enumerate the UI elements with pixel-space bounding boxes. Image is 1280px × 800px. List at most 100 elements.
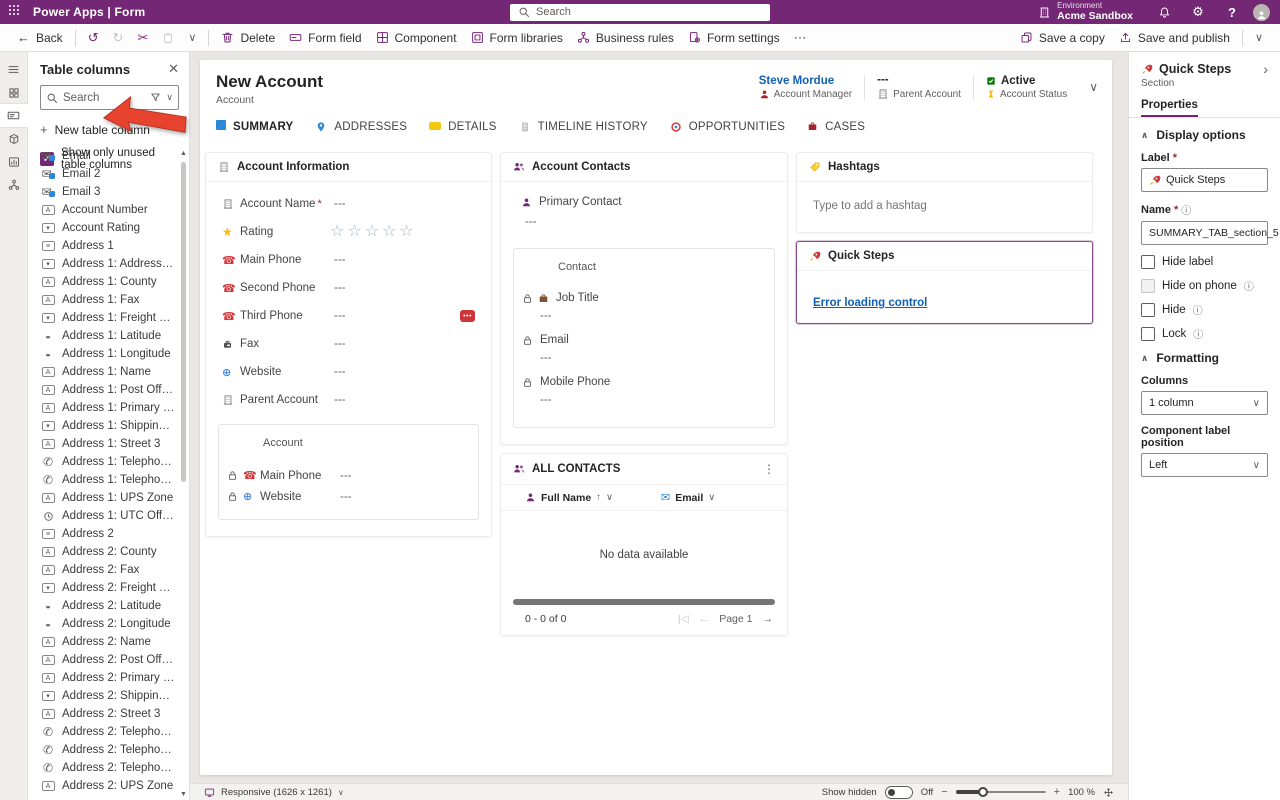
back-button[interactable]: ←Back — [10, 27, 70, 49]
checkbox-hide-label[interactable]: Hide label — [1141, 255, 1268, 269]
global-search-input[interactable]: Search — [510, 4, 770, 21]
section-hashtags[interactable]: Hashtags Type to add a hashtag — [796, 152, 1093, 233]
cut-button[interactable]: ✂ — [131, 27, 156, 49]
rail-menu-icon[interactable] — [0, 58, 28, 81]
table-column-item[interactable]: AAddress 2: Fax — [28, 561, 179, 579]
table-column-item[interactable]: ◒Address 2: Longitude — [28, 615, 179, 633]
field-website[interactable]: ⊕ Website--- — [219, 486, 478, 507]
table-column-item[interactable]: ✆Address 2: Telephone 1 — [28, 723, 179, 741]
form-field-button[interactable]: Form field — [282, 27, 368, 49]
table-column-item[interactable]: AAddress 1: Name — [28, 363, 179, 381]
close-panel-icon[interactable]: ✕ — [168, 61, 179, 77]
checkbox-lock[interactable]: Lockⓘ — [1141, 326, 1268, 341]
save-publish-button[interactable]: Save and publish — [1112, 27, 1237, 49]
rail-flow-icon[interactable] — [0, 173, 28, 196]
table-column-item[interactable]: AAddress 1: County — [28, 273, 179, 291]
field-main-phone[interactable]: ☎ Main Phone--- — [219, 465, 478, 486]
new-table-column-button[interactable]: + New table column — [28, 118, 189, 141]
checkbox-hide-on-phone[interactable]: Hide on phoneⓘ — [1141, 278, 1268, 293]
zoom-out-button[interactable]: − — [941, 786, 947, 798]
field-primary-contact[interactable]: Primary Contact --- — [509, 186, 779, 238]
grid-column-full-name[interactable]: Full Name ↑∨ — [525, 492, 661, 504]
field-main-phone[interactable]: ☎ Main Phone--- — [214, 246, 483, 274]
fit-to-screen-icon[interactable] — [1103, 787, 1114, 798]
first-page-icon[interactable]: |◁ — [678, 613, 689, 625]
checkbox-hide[interactable]: Hideⓘ — [1141, 302, 1268, 317]
table-column-item[interactable]: ◒Address 1: Longitude — [28, 345, 179, 363]
notifications-button[interactable] — [1147, 0, 1181, 24]
table-column-item[interactable]: AAddress 1: UPS Zone — [28, 489, 179, 507]
app-launcher-icon[interactable] — [9, 5, 23, 19]
user-avatar[interactable] — [1253, 4, 1270, 21]
table-column-item[interactable]: ✆Address 2: Telephone 3 — [28, 759, 179, 777]
previous-page-icon[interactable]: ← — [699, 613, 710, 625]
error-loading-control-link[interactable]: Error loading control — [813, 297, 927, 309]
command-overflow-button[interactable]: ⋯ — [787, 27, 814, 49]
tab-opportunities[interactable]: OPPORTUNITIES — [670, 120, 785, 136]
scroll-thumb[interactable] — [181, 162, 186, 482]
table-column-item[interactable]: ▾Address 2: Freight Terms — [28, 579, 179, 597]
table-column-item[interactable]: ◒Address 1: Latitude — [28, 327, 179, 345]
table-column-item[interactable]: ✉Email 3 — [28, 183, 179, 201]
undo-button[interactable]: ↺ — [81, 27, 106, 49]
form-settings-button[interactable]: Form settings — [681, 27, 787, 49]
grid-column-email[interactable]: ✉Email ∨ — [661, 491, 715, 504]
form-libraries-button[interactable]: Form libraries — [464, 27, 570, 49]
table-column-item[interactable]: ✆Address 1: Telephone 2 — [28, 453, 179, 471]
scroll-down-icon[interactable]: ▼ — [179, 791, 188, 798]
section-account-information[interactable]: Account Information Account Name*--- ★ R… — [205, 152, 492, 537]
zoom-in-button[interactable]: + — [1054, 786, 1060, 798]
table-column-item[interactable]: ▾Address 1: Freight Terms — [28, 309, 179, 327]
contact-quickview-card[interactable]: Contact Job Title--- Email--- Mobile Pho… — [513, 248, 775, 428]
field-second-phone[interactable]: ☎ Second Phone--- — [214, 274, 483, 302]
account-quickview-card[interactable]: Account ☎ Main Phone--- ⊕ Website--- — [218, 424, 479, 520]
columns-search-input[interactable]: Search ∨ — [40, 85, 179, 110]
field-website[interactable]: ⊕ Website--- — [214, 358, 483, 386]
collapse-panel-icon[interactable]: › — [1263, 62, 1268, 76]
tab-summary[interactable]: SUMMARY — [216, 120, 293, 136]
section-account-contacts[interactable]: Account Contacts Primary Contact --- Con… — [500, 152, 788, 445]
table-column-item[interactable]: ≡Address 2 — [28, 525, 179, 543]
field-parent-account[interactable]: Parent Account--- — [214, 386, 483, 414]
field-third-phone[interactable]: ☎ Third Phone--- ••• — [214, 302, 483, 330]
table-column-item[interactable]: AAddress 1: Post Office Box — [28, 381, 179, 399]
label-field-input[interactable]: Quick Steps — [1141, 168, 1268, 192]
settings-button[interactable]: ⚙ — [1181, 0, 1215, 24]
save-menu-button[interactable]: ∨ — [1248, 27, 1270, 49]
rail-cube-icon[interactable] — [0, 127, 28, 150]
show-hidden-toggle[interactable] — [885, 786, 913, 799]
tab-details[interactable]: DETAILS — [429, 120, 496, 136]
table-column-item[interactable]: ▾Address 2: Shipping Method — [28, 687, 179, 705]
section-quick-steps[interactable]: Quick Steps Error loading control — [796, 241, 1093, 324]
columns-scrollbar[interactable]: ▲ ▼ — [179, 148, 188, 798]
table-column-item[interactable]: AAddress 2: Name — [28, 633, 179, 651]
table-column-item[interactable]: ▾Address 1: Address Type — [28, 255, 179, 273]
table-column-item[interactable]: AAddress 2: UPS Zone — [28, 777, 179, 795]
tab-properties[interactable]: Properties — [1141, 99, 1198, 117]
field-job-title[interactable]: Job Title--- — [514, 289, 774, 322]
table-column-item[interactable]: ✉Email 2 — [28, 165, 179, 183]
formatting-header[interactable]: ∧ Formatting — [1141, 351, 1268, 365]
rail-chart-icon[interactable] — [0, 150, 28, 173]
rail-grid-icon[interactable] — [0, 81, 28, 104]
clipboard-menu-button[interactable]: ∨ — [181, 27, 203, 49]
field-mobile-phone[interactable]: Mobile Phone--- — [514, 373, 774, 406]
name-field-input[interactable]: SUMMARY_TAB_section_5 — [1141, 221, 1268, 245]
environment-picker[interactable]: Environment Acme Sandbox — [1024, 0, 1147, 24]
table-column-item[interactable]: ✉Email — [28, 147, 179, 165]
component-button[interactable]: Component — [369, 27, 464, 49]
display-options-header[interactable]: ∧ Display options — [1141, 128, 1268, 142]
rail-field-icon[interactable] — [0, 104, 28, 127]
scroll-up-icon[interactable]: ▲ — [179, 150, 188, 157]
hashtag-placeholder[interactable]: Type to add a hashtag — [797, 182, 1092, 232]
table-column-item[interactable]: AAddress 2: County — [28, 543, 179, 561]
table-column-item[interactable]: AAddress 2: Primary Contact Name — [28, 669, 179, 687]
header-expand-chevron-icon[interactable]: ∨ — [1089, 80, 1098, 94]
section-all-contacts[interactable]: ALL CONTACTS ⋮ Full Name ↑∨✉Email ∨ No d… — [500, 453, 788, 636]
table-column-item[interactable]: AAddress 1: Fax — [28, 291, 179, 309]
tab-addresses[interactable]: ADDRESSES — [315, 120, 407, 136]
table-column-item[interactable]: ▾Account Rating — [28, 219, 179, 237]
header-field-account-manager[interactable]: Steve Mordue Account Manager — [747, 75, 864, 100]
table-column-item[interactable]: Address 1: UTC Offset — [28, 507, 179, 525]
columns-dropdown[interactable]: 1 column∨ — [1141, 391, 1268, 415]
